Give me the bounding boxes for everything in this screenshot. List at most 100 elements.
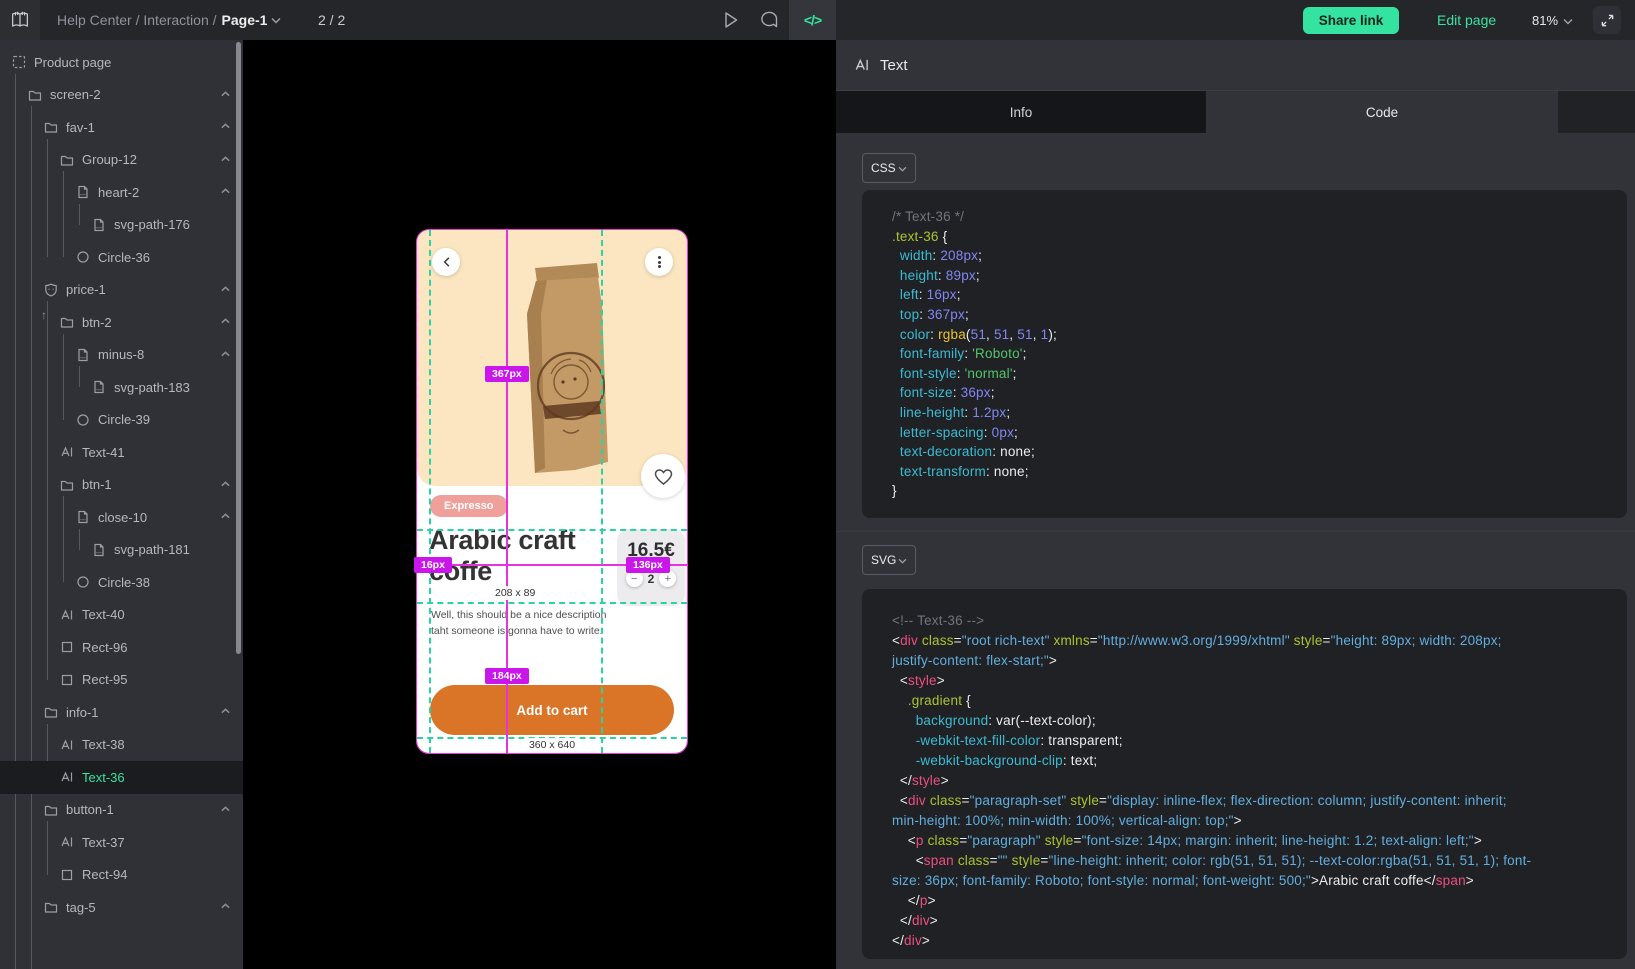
sidebar-scrollbar[interactable] (236, 42, 241, 654)
code-line: text-decoration: none; (892, 442, 1613, 462)
text-icon (60, 770, 74, 784)
layer-row-info-1[interactable]: info-1 (0, 696, 243, 729)
css-language-select[interactable]: CSS (862, 153, 916, 183)
chevron-up-icon[interactable] (221, 91, 230, 97)
layer-row-rect-95[interactable]: Rect-95 (0, 664, 243, 697)
chevron-up-icon[interactable] (221, 903, 230, 909)
layer-label: Rect-96 (82, 640, 128, 655)
layer-row-btn-2[interactable]: btn-2 (0, 306, 243, 339)
product-tag-badge[interactable]: Expresso (430, 495, 508, 517)
chevron-up-icon[interactable] (221, 351, 230, 357)
connector-arrow-up-icon: ↑ (41, 308, 47, 322)
layer-label: minus-8 (98, 347, 144, 362)
layer-label: fav-1 (66, 120, 95, 135)
layer-row-circle-36[interactable]: Circle-36 (0, 241, 243, 274)
share-link-button[interactable]: Share link (1303, 7, 1399, 34)
back-button[interactable] (432, 248, 460, 276)
phone-frame[interactable]: Expresso Arabic craft coffe 16.5€ − 2 + … (417, 230, 687, 753)
tab-info[interactable]: Info (836, 91, 1206, 133)
layer-label: screen-2 (50, 87, 101, 102)
chevron-up-icon[interactable] (221, 806, 230, 812)
book-logo-icon (9, 9, 31, 31)
chevron-up-icon[interactable] (221, 513, 230, 519)
layer-row-group-12[interactable]: Group-12 (0, 144, 243, 177)
code-line: .text-36 { (892, 227, 1613, 247)
zoom-level: 81% (1532, 13, 1558, 28)
design-canvas[interactable]: Expresso Arabic craft coffe 16.5€ − 2 + … (243, 40, 836, 969)
layer-row-tag-5[interactable]: tag-5 (0, 891, 243, 924)
product-title: Arabic craft coffe (429, 525, 625, 587)
layer-row-screen-2[interactable]: screen-2 (0, 79, 243, 112)
layer-row-price-1[interactable]: price-1 (0, 274, 243, 307)
guide-dashed-title-bottom (417, 602, 687, 604)
layer-row-svg-path-176[interactable]: svg-path-176 (0, 209, 243, 242)
layer-label: Group-12 (82, 152, 137, 167)
edit-page-link[interactable]: Edit page (1437, 0, 1496, 40)
layer-label: Product page (34, 55, 111, 70)
layer-row-text-37[interactable]: Text-37 (0, 826, 243, 859)
quantity-value: 2 (648, 572, 655, 586)
svg-file-icon (76, 348, 90, 362)
layer-row-rect-96[interactable]: Rect-96 (0, 631, 243, 664)
inspector-header: Text (836, 40, 1635, 91)
layer-row-close-10[interactable]: close-10 (0, 501, 243, 534)
description-line-1: Well, this should be a nice description (431, 608, 621, 624)
css-code-block[interactable]: /* Text-36 */.text-36 { width: 208px; he… (862, 190, 1627, 518)
comments-button[interactable] (750, 0, 788, 40)
chevron-up-icon[interactable] (221, 156, 230, 162)
chevron-up-icon[interactable] (221, 188, 230, 194)
breadcrumb[interactable]: Help Center / Interaction / Page-1 (57, 0, 281, 40)
layer-label: info-1 (66, 705, 99, 720)
code-line: </div> (892, 931, 1613, 951)
layer-row-text-36[interactable]: Text-36 (0, 761, 243, 794)
chevron-up-icon[interactable] (221, 481, 230, 487)
layer-row-svg-path-183[interactable]: svg-path-183 (0, 371, 243, 404)
top-bar: Help Center / Interaction / Page-1 2 / 2… (0, 0, 1635, 40)
zoom-control[interactable]: 81% (1532, 0, 1573, 40)
more-menu-button[interactable] (645, 248, 673, 276)
layer-row-product page[interactable]: Product page (0, 46, 243, 79)
layer-row-text-38[interactable]: Text-38 (0, 729, 243, 762)
play-icon (723, 11, 739, 29)
svg-code-block[interactable]: <!-- Text-36 --><div class="root rich-te… (862, 589, 1627, 959)
chevron-down-icon[interactable] (271, 17, 281, 24)
tab-code[interactable]: Code (1206, 91, 1558, 133)
chevron-up-icon[interactable] (221, 123, 230, 129)
layer-row-fav-1[interactable]: fav-1 (0, 111, 243, 144)
svg-file-icon (92, 218, 106, 232)
layer-row-text-41[interactable]: Text-41 (0, 436, 243, 469)
code-line: -webkit-background-clip: text; (892, 751, 1613, 771)
add-to-cart-button[interactable]: Add to cart (430, 685, 674, 735)
layer-row-circle-38[interactable]: Circle-38 (0, 566, 243, 599)
code-panel-toggle[interactable]: </> (789, 0, 836, 40)
layer-row-minus-8[interactable]: minus-8 (0, 339, 243, 372)
code-line: color: rgba(51, 51, 51, 1); (892, 325, 1613, 345)
breadcrumb-page-name[interactable]: Page-1 (222, 12, 268, 28)
chevron-up-icon[interactable] (221, 708, 230, 714)
layer-label: Text-37 (82, 835, 125, 850)
chevron-down-icon (898, 553, 907, 567)
layer-row-svg-path-181[interactable]: svg-path-181 (0, 534, 243, 567)
chevron-down-icon[interactable] (1563, 13, 1573, 28)
edit-page-label: Edit page (1437, 12, 1496, 28)
fullscreen-button[interactable] (1593, 6, 1621, 34)
guide-dashed-right (601, 230, 603, 753)
layer-row-heart-2[interactable]: heart-2 (0, 176, 243, 209)
code-line: left: 16px; (892, 285, 1613, 305)
layer-row-text-40[interactable]: Text-40 (0, 599, 243, 632)
product-description: Well, this should be a nice description … (431, 608, 621, 639)
description-line-2: taht someone is gonna have to write. (431, 624, 621, 640)
chevron-up-icon[interactable] (221, 318, 230, 324)
play-button[interactable] (712, 0, 750, 40)
layer-row-button-1[interactable]: button-1 (0, 794, 243, 827)
layer-row-btn-1[interactable]: btn-1 (0, 469, 243, 502)
comment-icon (760, 11, 779, 29)
chevron-up-icon[interactable] (221, 286, 230, 292)
app-logo[interactable] (0, 0, 40, 40)
svg-language-select[interactable]: SVG (862, 545, 916, 575)
layer-row-rect-94[interactable]: Rect-94 (0, 859, 243, 892)
section-divider (836, 531, 1635, 532)
favorite-button[interactable] (641, 454, 685, 498)
inspector-tabs: Info Code (836, 91, 1635, 133)
layer-row-circle-39[interactable]: Circle-39 (0, 404, 243, 437)
